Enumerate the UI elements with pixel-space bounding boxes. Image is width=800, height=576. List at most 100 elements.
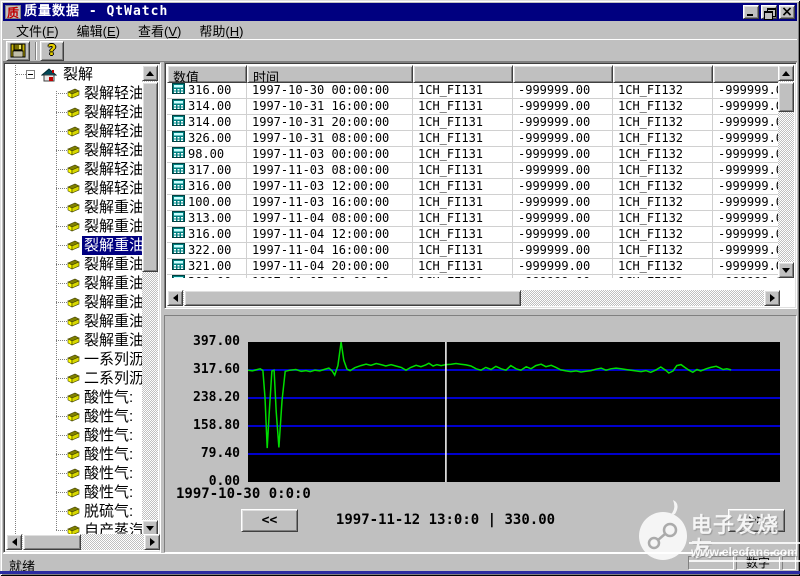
tag1-cell: 1CH_FI131	[413, 163, 513, 179]
tree-vertical-scrollbar[interactable]	[142, 65, 158, 536]
tree-horizontal-scrollbar[interactable]	[6, 534, 160, 550]
scroll-up-button[interactable]	[778, 65, 794, 81]
tree-item[interactable]: 酸性气:	[6, 483, 144, 502]
table-row[interactable]: 317.001997-11-03 08:00:001CH_FI131-99999…	[167, 163, 780, 179]
time-cell: 1997-10-31 08:00:00	[247, 131, 413, 147]
table-vertical-scrollbar[interactable]	[778, 65, 794, 278]
y-axis-tick-label: 158.80	[170, 418, 240, 434]
menu-item-e[interactable]: 编辑(E)	[68, 21, 129, 40]
y-axis-tick-label: 317.60	[170, 362, 240, 378]
menu-item-f[interactable]: 文件(F)	[7, 21, 68, 40]
scrollbar-thumb[interactable]	[184, 290, 521, 306]
table-row[interactable]: 308.001997-11-05 00:00:001CH_FI131-99999…	[167, 275, 780, 278]
value-cell: 322.00	[167, 243, 247, 259]
cursor-time-value-label: 1997-11-12 13:0:0 | 330.00	[165, 512, 726, 528]
table-row[interactable]: 313.001997-11-04 08:00:001CH_FI131-99999…	[167, 211, 780, 227]
scroll-left-button[interactable]	[6, 534, 22, 550]
tree-item[interactable]: 裂解重油	[6, 312, 144, 331]
scroll-right-button[interactable]	[144, 534, 160, 550]
column-header-5[interactable]	[613, 65, 713, 83]
tree-item[interactable]: 酸性气:	[6, 426, 144, 445]
minimize-button[interactable]	[743, 5, 759, 19]
tree-item-label: 酸性气:	[82, 426, 135, 445]
tree-item[interactable]: 一系列沥	[6, 350, 144, 369]
scroll-up-button[interactable]	[142, 65, 158, 81]
scroll-right-button[interactable]	[764, 290, 780, 306]
tree-item-selected[interactable]: 裂解重油	[6, 236, 144, 255]
tree-item[interactable]: 裂解重油	[6, 274, 144, 293]
tree-item[interactable]: 裂解轻油	[6, 160, 144, 179]
tree-item[interactable]: 裂解轻油	[6, 103, 144, 122]
column-header-3[interactable]	[413, 65, 513, 83]
record-icon	[172, 243, 188, 258]
tree-item[interactable]: 酸性气:	[6, 407, 144, 426]
table-row[interactable]: 314.001997-10-31 20:00:001CH_FI131-99999…	[167, 115, 780, 131]
table-row[interactable]: 321.001997-11-04 20:00:001CH_FI131-99999…	[167, 259, 780, 275]
tree-item[interactable]: 裂解重油	[6, 217, 144, 236]
tag2-cell: 1CH_FI132	[613, 131, 713, 147]
next-button[interactable]: >>	[728, 509, 785, 532]
restore-button[interactable]	[761, 5, 777, 19]
record-icon	[172, 195, 188, 210]
scrollbar-thumb[interactable]	[23, 534, 81, 550]
tag1-value-cell: -999999.00	[513, 163, 613, 179]
table-row[interactable]: 316.001997-11-04 12:00:001CH_FI131-99999…	[167, 227, 780, 243]
tree-item-label: 裂解轻油	[82, 103, 144, 122]
tree-item[interactable]: 裂解轻油	[6, 141, 144, 160]
title-bar[interactable]: 质 质量数据 - QtWatch	[3, 3, 797, 21]
tree-item[interactable]: 裂解轻油	[6, 122, 144, 141]
scroll-left-button[interactable]	[167, 290, 183, 306]
save-button[interactable]	[6, 41, 30, 61]
time-cell: 1997-11-04 12:00:00	[247, 227, 413, 243]
column-header-6[interactable]	[713, 65, 780, 83]
table-horizontal-scrollbar[interactable]	[167, 290, 780, 306]
table-row[interactable]: 326.001997-10-31 08:00:001CH_FI131-99999…	[167, 131, 780, 147]
column-header-1[interactable]: 数值	[167, 65, 247, 83]
close-button[interactable]	[779, 5, 795, 19]
table-row[interactable]: 314.001997-10-31 16:00:001CH_FI131-99999…	[167, 99, 780, 115]
column-header-4[interactable]	[513, 65, 613, 83]
tag1-cell: 1CH_FI131	[413, 243, 513, 259]
data-table-panel: 数值时间 316.001997-10-30 00:00:001CH_FI131-…	[164, 62, 797, 309]
tag1-cell: 1CH_FI131	[413, 211, 513, 227]
trend-plot[interactable]	[248, 342, 780, 482]
tree-item[interactable]: 裂解轻油	[6, 179, 144, 198]
tag1-cell: 1CH_FI131	[413, 259, 513, 275]
table-row[interactable]: 100.001997-11-03 16:00:001CH_FI131-99999…	[167, 195, 780, 211]
table-row[interactable]: 98.001997-11-03 00:00:001CH_FI131-999999…	[167, 147, 780, 163]
tag2-value-cell: -999999.00	[713, 99, 780, 115]
tree-item[interactable]: 酸性气:	[6, 464, 144, 483]
value-cell: 308.00	[167, 275, 247, 278]
scroll-down-button[interactable]	[778, 262, 794, 278]
tree-item-label: 二系列沥	[82, 369, 144, 388]
time-cell: 1997-10-31 16:00:00	[247, 99, 413, 115]
status-pane-small	[782, 556, 796, 570]
table-row[interactable]: 316.001997-10-30 00:00:001CH_FI131-99999…	[167, 83, 780, 99]
tag2-value-cell: -999999.00	[713, 259, 780, 275]
tree-item[interactable]: 裂解重油	[6, 255, 144, 274]
tree-item[interactable]: 裂解重油	[6, 198, 144, 217]
scrollbar-thumb[interactable]	[778, 82, 794, 112]
tree-item-root[interactable]: 裂解	[6, 65, 144, 84]
tag1-value-cell: -999999.00	[513, 131, 613, 147]
tag1-value-cell: -999999.00	[513, 147, 613, 163]
record-icon	[172, 83, 188, 98]
scrollbar-thumb[interactable]	[142, 82, 158, 272]
table-row[interactable]: 322.001997-11-04 16:00:001CH_FI131-99999…	[167, 243, 780, 259]
menu-item-h[interactable]: 帮助(H)	[190, 21, 252, 40]
tree-item[interactable]: 脱硫气:	[6, 502, 144, 521]
tree-item-label: 脱硫气:	[82, 502, 135, 521]
column-header-2[interactable]: 时间	[247, 65, 413, 83]
tag1-cell: 1CH_FI131	[413, 131, 513, 147]
tree-item[interactable]: 裂解轻油	[6, 84, 144, 103]
tree-item[interactable]: 裂解重油	[6, 331, 144, 350]
tree-item[interactable]: 裂解重油	[6, 293, 144, 312]
tree-item[interactable]: 二系列沥	[6, 369, 144, 388]
tree-item[interactable]: 酸性气:	[6, 445, 144, 464]
menu-item-v[interactable]: 查看(V)	[129, 21, 190, 40]
table-row[interactable]: 316.001997-11-03 12:00:001CH_FI131-99999…	[167, 179, 780, 195]
tag1-value-cell: -999999.00	[513, 259, 613, 275]
tree-item[interactable]: 酸性气:	[6, 388, 144, 407]
help-button[interactable]: ?	[40, 41, 64, 61]
collapse-icon[interactable]	[26, 70, 35, 79]
